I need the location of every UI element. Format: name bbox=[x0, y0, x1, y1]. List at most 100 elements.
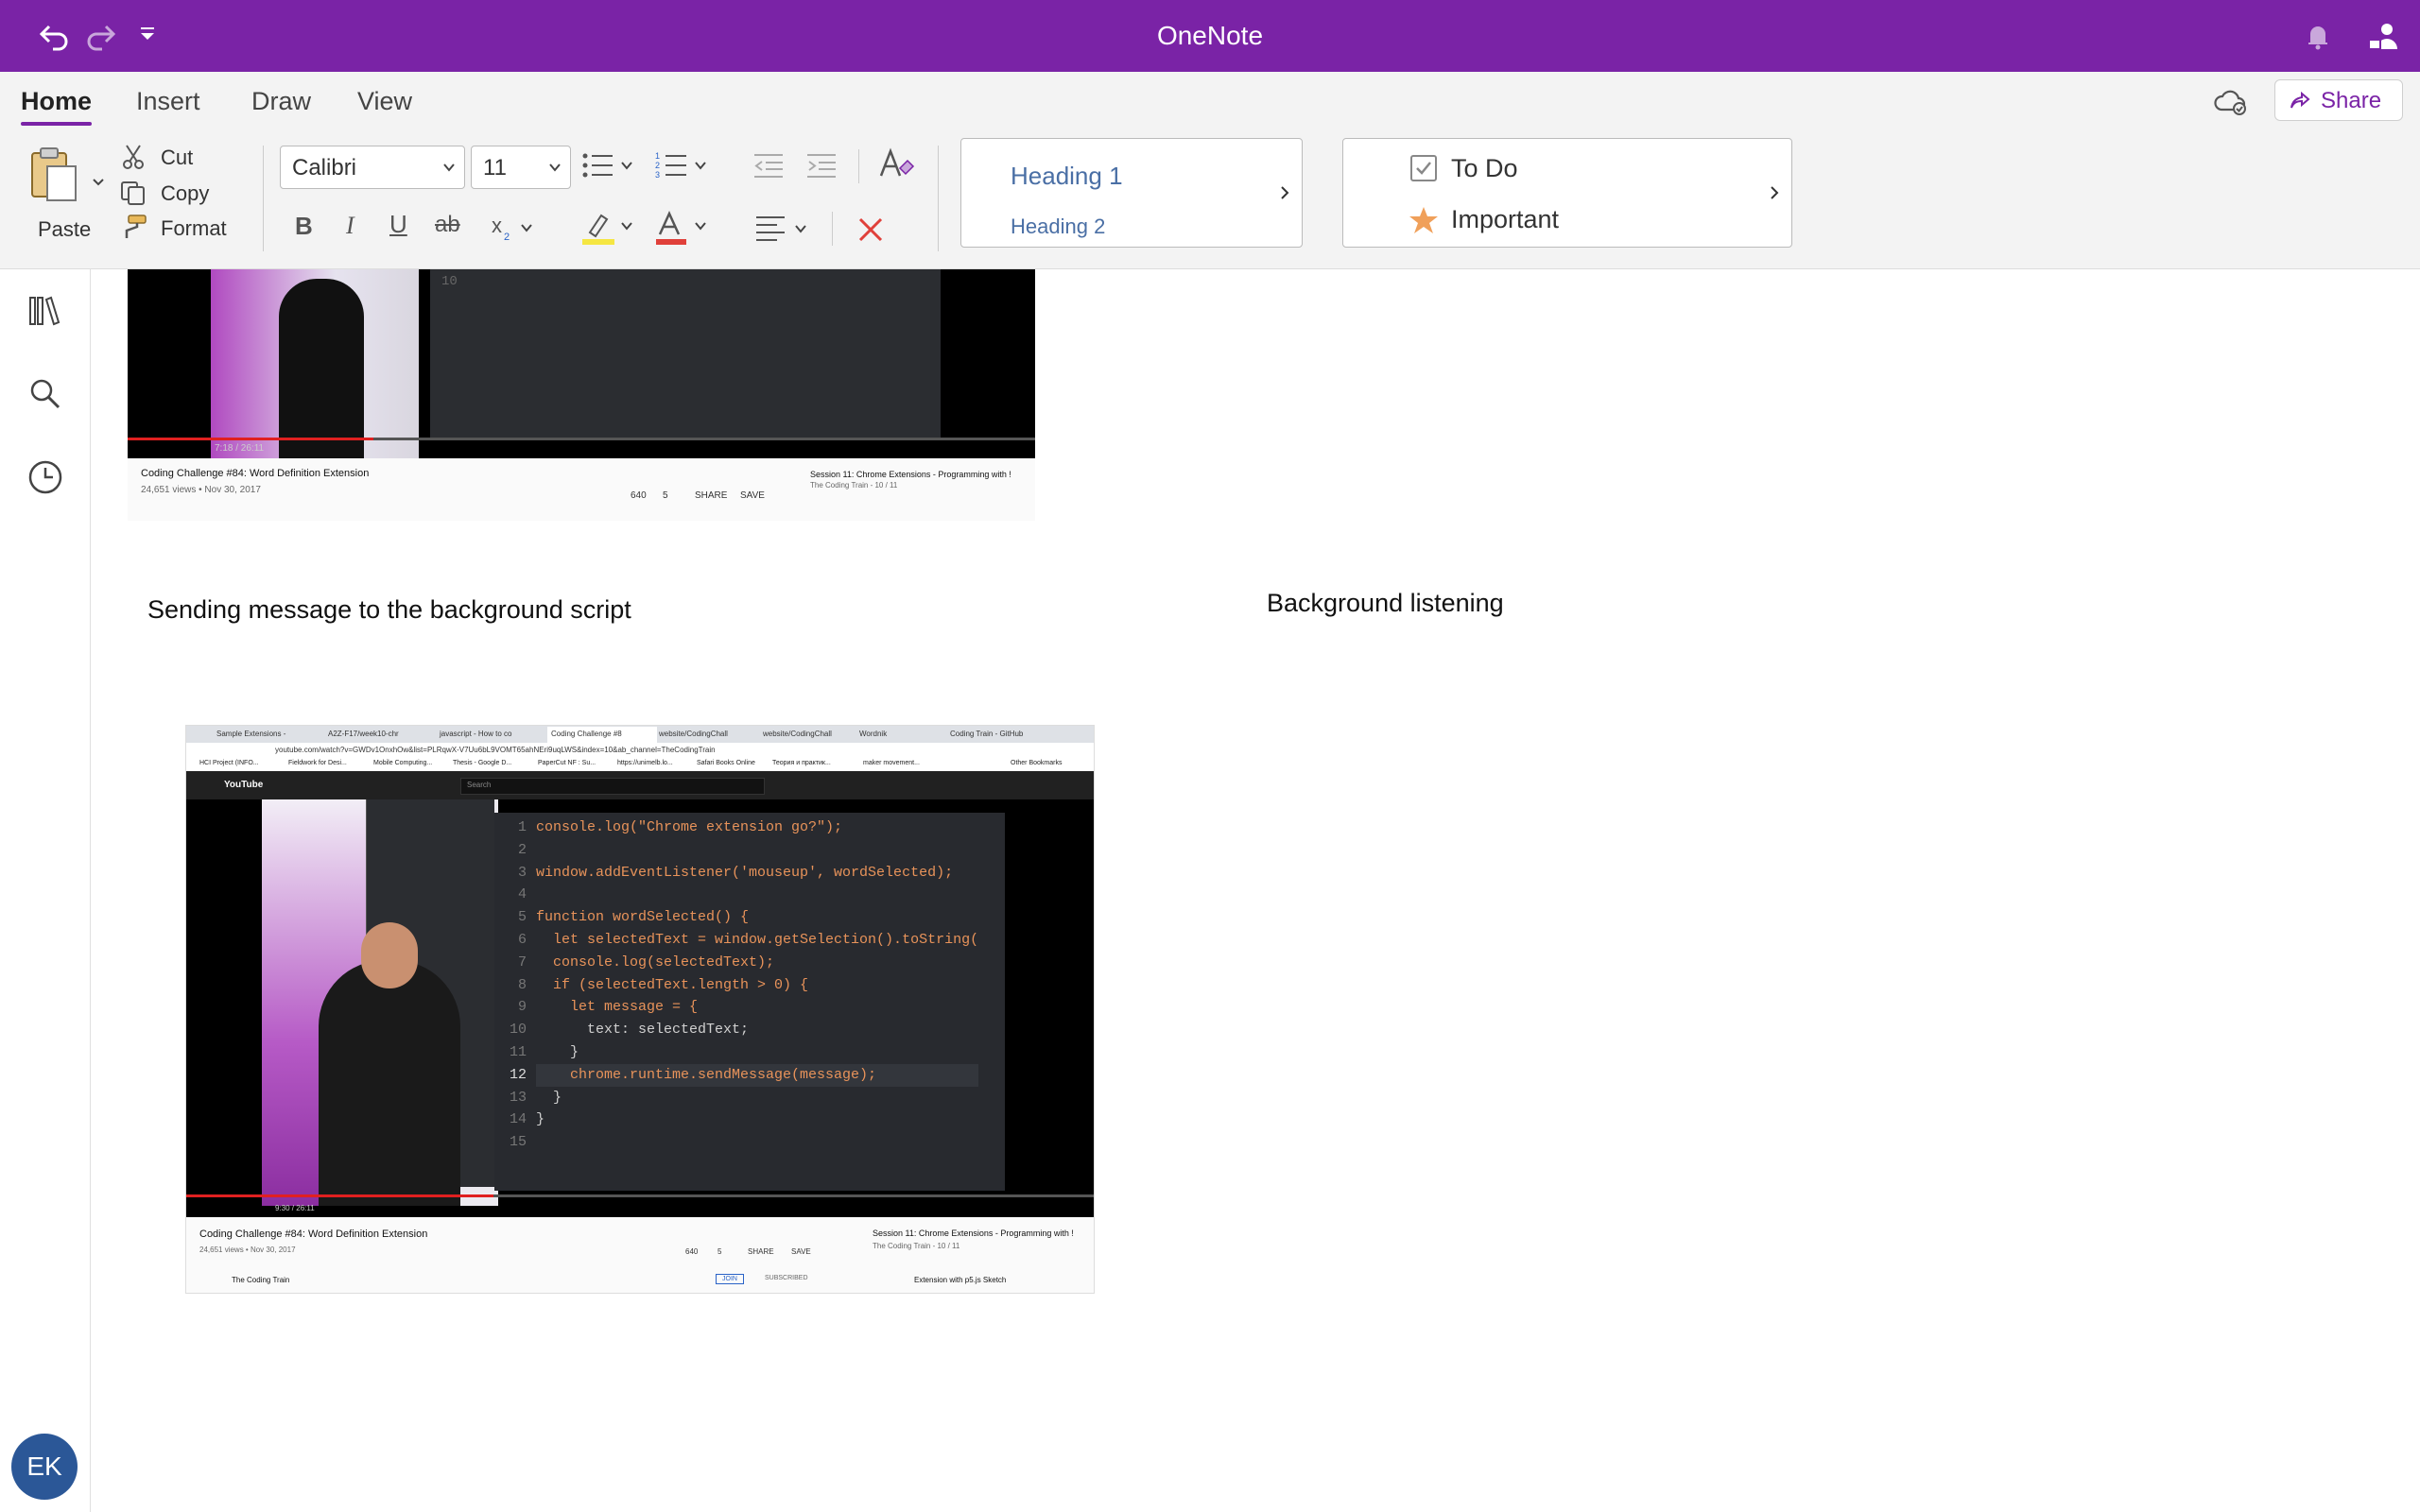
code-line-number: 14 bbox=[509, 1111, 527, 1128]
bookmark[interactable]: HCI Project (INFO... bbox=[199, 760, 259, 766]
font-family-select[interactable]: Calibri bbox=[280, 146, 465, 189]
title-bar: OneNote bbox=[0, 0, 2420, 72]
code-line-number: 13 bbox=[509, 1089, 527, 1106]
clear-formatting-icon[interactable] bbox=[877, 147, 915, 181]
font-size-select[interactable]: 11 bbox=[471, 146, 571, 189]
dislike-count[interactable]: 5 bbox=[663, 490, 668, 501]
tab-insert[interactable]: Insert bbox=[136, 87, 200, 116]
cut-icon[interactable] bbox=[121, 144, 146, 170]
quick-access-chevron-icon[interactable] bbox=[130, 17, 168, 55]
bookmark[interactable]: maker movement... bbox=[863, 760, 920, 766]
account-icon[interactable] bbox=[2363, 17, 2401, 55]
chevron-right-icon[interactable] bbox=[1277, 184, 1292, 201]
search-icon[interactable] bbox=[26, 375, 64, 413]
undo-icon[interactable] bbox=[36, 17, 74, 55]
chevron-right-icon[interactable] bbox=[1767, 184, 1782, 201]
page-canvas[interactable]: 10 7:18 / 26:11 Coding Challenge #84: Wo… bbox=[91, 269, 2420, 1512]
underline-button[interactable]: U bbox=[389, 210, 407, 239]
subscript-icon[interactable]: x 2 bbox=[490, 214, 537, 242]
channel-name[interactable]: The Coding Train bbox=[232, 1276, 289, 1284]
like-count[interactable]: 640 bbox=[685, 1247, 698, 1256]
browser-tab[interactable]: javascript - How to co bbox=[440, 730, 511, 738]
code-line: function wordSelected() { bbox=[536, 909, 750, 926]
paste-button[interactable]: Paste bbox=[21, 142, 108, 246]
paste-dropdown-icon[interactable] bbox=[91, 174, 106, 189]
style-heading-1[interactable]: Heading 1 bbox=[1011, 162, 1123, 191]
youtube-logo[interactable]: YouTube bbox=[224, 780, 263, 790]
font-size-value: 11 bbox=[483, 155, 507, 180]
italic-button[interactable]: I bbox=[346, 212, 354, 240]
playlist-sub: The Coding Train - 10 / 11 bbox=[810, 481, 898, 490]
sync-cloud-icon[interactable] bbox=[2212, 87, 2250, 117]
avatar[interactable]: EK bbox=[11, 1434, 78, 1500]
share-button[interactable]: Share bbox=[2274, 79, 2403, 121]
embedded-screenshot-top[interactable]: 10 7:18 / 26:11 bbox=[128, 269, 1035, 458]
tab-home[interactable]: Home bbox=[21, 87, 93, 126]
browser-url[interactable]: youtube.com/watch?v=GWDv1OnxhOw&list=PLR… bbox=[275, 746, 716, 754]
subscribed-button[interactable]: SUBSCRIBED bbox=[765, 1275, 808, 1281]
bookmark[interactable]: https://unimelb.lo... bbox=[617, 760, 673, 766]
cut-button[interactable]: Cut bbox=[161, 146, 193, 170]
format-painter-icon[interactable] bbox=[119, 214, 149, 242]
paragraph-align-icon[interactable] bbox=[754, 214, 813, 242]
delete-icon[interactable] bbox=[856, 215, 885, 244]
other-bookmarks[interactable]: Other Bookmarks bbox=[1011, 760, 1062, 766]
tag-todo[interactable]: To Do bbox=[1451, 154, 1518, 183]
font-color-icon[interactable] bbox=[654, 210, 709, 248]
bookmark[interactable]: Mobile Computing... bbox=[373, 760, 432, 766]
browser-tab[interactable]: website/CodingChall bbox=[659, 730, 728, 738]
browser-tab[interactable]: A2Z-F17/week10-chr bbox=[328, 730, 399, 738]
numbered-list-icon[interactable]: 1 2 3 bbox=[654, 149, 711, 181]
tab-draw[interactable]: Draw bbox=[251, 87, 311, 116]
bookmark[interactable]: Safari Books Online bbox=[697, 760, 755, 766]
bold-button[interactable]: B bbox=[295, 212, 313, 241]
browser-tab[interactable]: Wordnik bbox=[859, 730, 887, 738]
format-painter-button[interactable]: Format bbox=[161, 216, 227, 241]
ribbon-separator bbox=[858, 149, 859, 183]
next-video-title[interactable]: Extension with p5.js Sketch bbox=[914, 1276, 1006, 1284]
browser-tab[interactable]: website/CodingChall bbox=[763, 730, 832, 738]
style-heading-2[interactable]: Heading 2 bbox=[1011, 215, 1105, 239]
notebooks-icon[interactable] bbox=[26, 292, 64, 330]
browser-tab[interactable]: Coding Train - GitHub bbox=[950, 730, 1023, 738]
tab-view[interactable]: View bbox=[357, 87, 412, 116]
copy-button[interactable]: Copy bbox=[161, 181, 209, 206]
video-player[interactable]: 1 2 3 4 5 6 7 8 9 10 11 12 13 14 15 console.log("Chrom… bbox=[186, 799, 1094, 1217]
note-text-sending-message[interactable]: Sending message to the background script bbox=[147, 595, 631, 625]
increase-indent-icon[interactable] bbox=[805, 151, 838, 180]
recent-clock-icon[interactable] bbox=[26, 458, 64, 496]
bullet-list-icon[interactable] bbox=[580, 149, 635, 181]
browser-address-bar[interactable]: youtube.com/watch?v=GWDv1OnxhOw&list=PLR… bbox=[186, 743, 1094, 758]
note-text-background-listening[interactable]: Background listening bbox=[1267, 589, 1504, 618]
save-video[interactable]: SAVE bbox=[791, 1247, 811, 1256]
dislike-count[interactable]: 5 bbox=[717, 1247, 721, 1256]
bookmark[interactable]: Теория и практик... bbox=[772, 760, 831, 766]
copy-icon[interactable] bbox=[119, 180, 147, 206]
styles-gallery[interactable]: Heading 1 Heading 2 bbox=[960, 138, 1303, 248]
like-count[interactable]: 640 bbox=[631, 490, 647, 501]
embedded-screenshot-main[interactable]: Sample Extensions - A2Z-F17/week10-chr j… bbox=[185, 725, 1095, 1294]
browser-tab[interactable]: Sample Extensions - bbox=[216, 730, 285, 738]
join-button[interactable]: JOIN bbox=[716, 1274, 744, 1284]
share-video[interactable]: SHARE bbox=[748, 1247, 774, 1256]
video-title: Coding Challenge #84: Word Definition Ex… bbox=[141, 468, 370, 479]
tags-gallery[interactable]: To Do Important bbox=[1342, 138, 1792, 248]
strikethrough-button[interactable]: ab bbox=[435, 212, 460, 238]
bookmark[interactable]: Thesis - Google D... bbox=[453, 760, 511, 766]
bookmark[interactable]: PaperCut NF : Su... bbox=[538, 760, 596, 766]
share-video[interactable]: SHARE bbox=[695, 490, 727, 501]
ribbon-separator bbox=[832, 212, 833, 246]
video-info-bar-top: Coding Challenge #84: Word Definition Ex… bbox=[128, 458, 1035, 521]
code-line: text: selectedText; bbox=[536, 1022, 750, 1039]
highlight-icon[interactable] bbox=[580, 210, 635, 248]
redo-icon[interactable] bbox=[81, 17, 119, 55]
code-editor: 1 2 3 4 5 6 7 8 9 10 11 12 13 14 15 console.log("Chrom… bbox=[494, 813, 1005, 1191]
code-line: chrome.runtime.sendMessage(message); bbox=[536, 1063, 979, 1087]
youtube-search-input[interactable]: Search bbox=[460, 778, 765, 795]
save-video[interactable]: SAVE bbox=[740, 490, 765, 501]
tag-important[interactable]: Important bbox=[1451, 205, 1559, 234]
bookmark[interactable]: Fieldwork for Desi... bbox=[288, 760, 347, 766]
code-line: if (selectedText.length > 0) { bbox=[536, 976, 809, 993]
decrease-indent-icon[interactable] bbox=[752, 151, 785, 180]
notification-bell-icon[interactable] bbox=[2299, 17, 2337, 55]
